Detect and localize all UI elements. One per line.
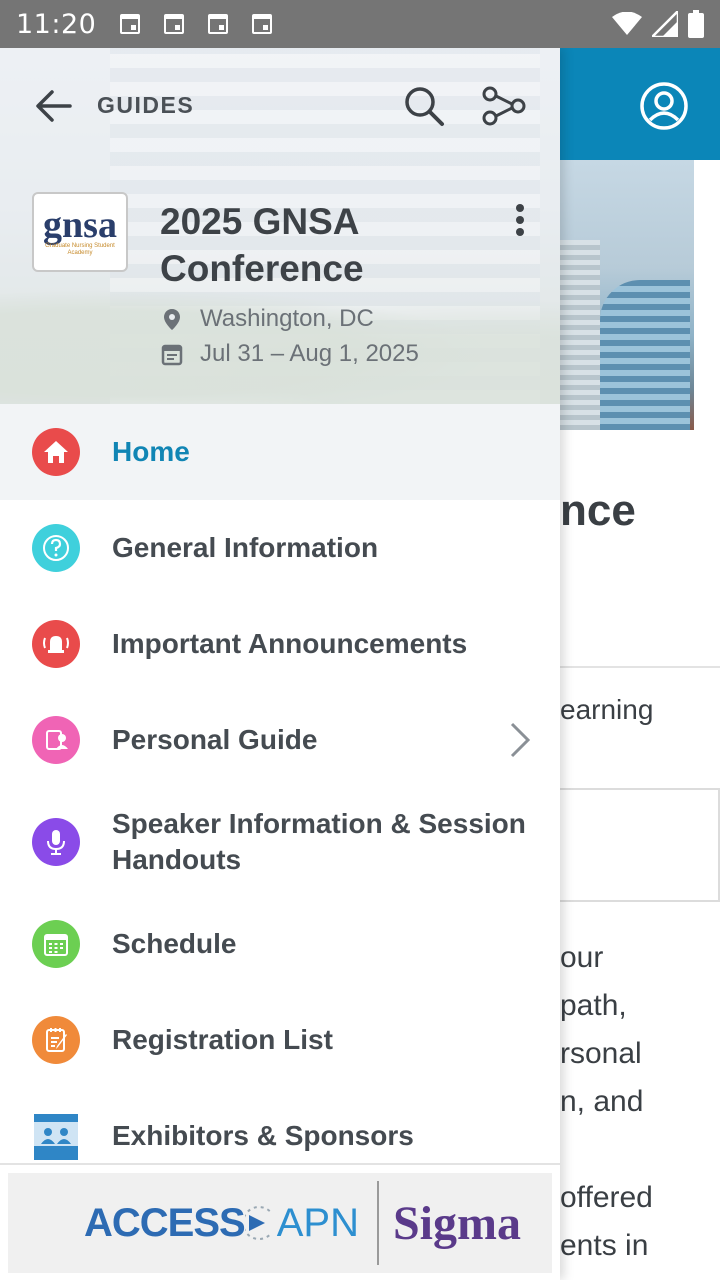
drawer-menu: Home General Information Important Annou… <box>0 404 560 1184</box>
calendar-notification-icon <box>252 14 273 34</box>
paragraph-line: ents in <box>560 1229 649 1262</box>
ad-apn-text: APN <box>276 1200 359 1245</box>
ad-access-text: ACCESS <box>84 1200 246 1245</box>
menu-item-speaker-information[interactable]: Speaker Information & Session Handouts <box>0 788 560 896</box>
location-pin-icon <box>164 309 180 330</box>
notification-icons <box>120 14 273 34</box>
content-card-fragment <box>556 788 720 902</box>
dates-text: Jul 31 – Aug 1, 2025 <box>200 340 419 367</box>
calendar-notification-icon <box>164 14 185 34</box>
menu-item-personal-guide[interactable]: Personal Guide <box>0 692 560 788</box>
more-options-icon[interactable] <box>504 196 536 244</box>
paragraph-line: n, and <box>560 1085 644 1118</box>
menu-item-important-announcements[interactable]: Important Announcements <box>0 596 560 692</box>
booth-icon <box>32 1112 80 1160</box>
ad-sigma-text: Sigma <box>392 1196 521 1250</box>
paragraph-line: rsonal <box>560 1037 642 1070</box>
ad-arrow-icon <box>244 1206 271 1240</box>
menu-item-registration-list[interactable]: Registration List <box>0 992 560 1088</box>
question-icon <box>32 524 80 572</box>
bell-icon <box>32 620 80 668</box>
chevron-right-icon <box>510 722 531 758</box>
profile-icon[interactable] <box>638 80 690 132</box>
drawer-header: GUIDES gnsa Graduate Nursing Student Aca… <box>0 48 560 404</box>
paragraph-line: our <box>560 941 604 974</box>
menu-item-label: Personal Guide <box>112 724 318 755</box>
personal-guide-icon <box>32 716 80 764</box>
menu-item-label: Important Announcements <box>112 628 468 659</box>
menu-item-label: Exhibitors & Sponsors <box>112 1120 414 1151</box>
paragraph-line: offered <box>560 1181 653 1214</box>
search-icon[interactable] <box>400 82 448 130</box>
calendar-icon <box>161 344 183 366</box>
menu-item-label: Home <box>112 436 190 467</box>
event-cover-image <box>560 160 694 430</box>
sponsor-ad[interactable]: ACCESS APN Sigma <box>8 1173 552 1273</box>
calendar-notification-icon <box>208 14 229 34</box>
location-text: Washington, DC <box>200 305 374 332</box>
calendar-notification-icon <box>120 14 141 34</box>
ad-divider <box>376 1181 379 1265</box>
location-row: Washington, DC <box>160 305 374 333</box>
cell-signal-icon <box>652 11 678 37</box>
section-subtitle-fragment: earning <box>560 694 654 725</box>
menu-item-general-information[interactable]: General Information <box>0 500 560 596</box>
guides-back-label[interactable]: GUIDES <box>97 92 194 119</box>
guide-title: 2025 GNSA Conference <box>160 201 364 289</box>
navigation-drawer: GUIDES gnsa Graduate Nursing Student Aca… <box>0 48 560 1280</box>
guide-logo: gnsa Graduate Nursing Student Academy <box>32 192 128 272</box>
share-icon[interactable] <box>480 82 528 130</box>
menu-item-label: General Information <box>112 532 379 563</box>
back-arrow-icon[interactable] <box>30 82 78 130</box>
menu-item-label: Speaker Information & Session Handouts <box>112 808 526 875</box>
menu-item-schedule[interactable]: Schedule <box>0 896 560 992</box>
logo-subtext: Graduate Nursing Student Academy <box>45 243 115 256</box>
sponsor-banner: ACCESS APN Sigma <box>0 1163 560 1280</box>
home-icon <box>32 428 80 476</box>
battery-icon <box>688 10 704 38</box>
menu-item-label: Schedule <box>112 928 237 959</box>
paragraph-line: path, <box>560 989 627 1022</box>
microphone-icon <box>32 818 80 866</box>
wifi-icon <box>612 12 642 35</box>
logo-text: gnsa <box>43 204 117 246</box>
page-title-fragment: nce <box>560 486 636 535</box>
calendar-icon <box>32 920 80 968</box>
status-time: 11:20 <box>16 8 97 40</box>
divider <box>560 666 720 668</box>
menu-item-home[interactable]: Home <box>0 404 560 500</box>
dates-row: Jul 31 – Aug 1, 2025 <box>160 340 419 368</box>
menu-item-label: Registration List <box>112 1024 333 1055</box>
status-bar: 11:20 <box>0 0 720 48</box>
clipboard-icon <box>32 1016 80 1064</box>
